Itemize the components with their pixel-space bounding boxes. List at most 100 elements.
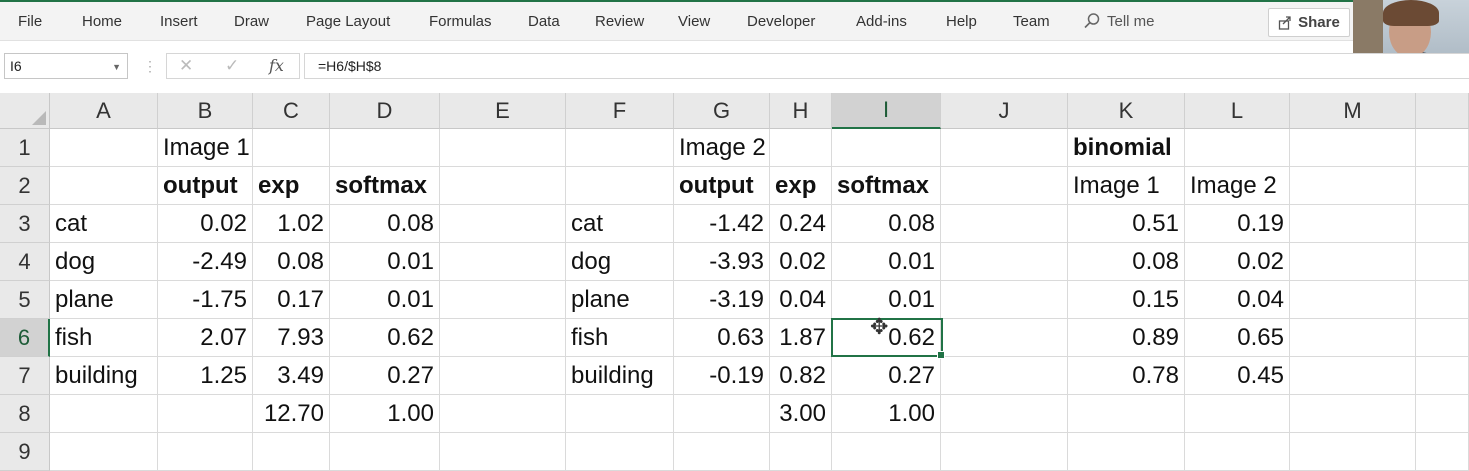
menu-data[interactable]: Data: [528, 13, 560, 30]
cell-d2[interactable]: softmax: [330, 167, 440, 205]
cell-g6[interactable]: 0.63: [674, 319, 770, 357]
cell-m9[interactable]: [1290, 433, 1416, 471]
cell-g8[interactable]: [674, 395, 770, 433]
cell-h5[interactable]: 0.04: [770, 281, 832, 319]
tell-me-search[interactable]: Tell me: [1083, 12, 1155, 30]
cell-h1[interactable]: [770, 129, 832, 167]
cell-i4[interactable]: 0.01: [832, 243, 941, 281]
cell-g9[interactable]: [674, 433, 770, 471]
cell-j3[interactable]: [941, 205, 1068, 243]
cell-m1[interactable]: [1290, 129, 1416, 167]
cell-b3[interactable]: 0.02: [158, 205, 253, 243]
cell-d7[interactable]: 0.27: [330, 357, 440, 395]
cell-h2[interactable]: exp: [770, 167, 832, 205]
cell-i1[interactable]: [832, 129, 941, 167]
column-header-e[interactable]: E: [440, 93, 566, 129]
cell-d6[interactable]: 0.62: [330, 319, 440, 357]
cell-l7[interactable]: 0.45: [1185, 357, 1290, 395]
cell-l3[interactable]: 0.19: [1185, 205, 1290, 243]
cell-h7[interactable]: 0.82: [770, 357, 832, 395]
cell-i7[interactable]: 0.27: [832, 357, 941, 395]
cell-k1[interactable]: binomial: [1068, 129, 1185, 167]
cell-a5[interactable]: plane: [50, 281, 158, 319]
menu-draw[interactable]: Draw: [234, 13, 269, 30]
cell-b5[interactable]: -1.75: [158, 281, 253, 319]
column-header-c[interactable]: C: [253, 93, 330, 129]
menu-view[interactable]: View: [678, 13, 710, 30]
column-header-f[interactable]: F: [566, 93, 674, 129]
cell-k4[interactable]: 0.08: [1068, 243, 1185, 281]
cell-e9[interactable]: [440, 433, 566, 471]
cell-a9[interactable]: [50, 433, 158, 471]
cell-d4[interactable]: 0.01: [330, 243, 440, 281]
cell-f1[interactable]: [566, 129, 674, 167]
column-header-i[interactable]: I: [832, 93, 941, 129]
cell-m5[interactable]: [1290, 281, 1416, 319]
cell-f5[interactable]: plane: [566, 281, 674, 319]
cell-f7[interactable]: building: [566, 357, 674, 395]
share-button[interactable]: Share: [1268, 8, 1350, 37]
menu-review[interactable]: Review: [595, 13, 644, 30]
cell-h6[interactable]: 1.87: [770, 319, 832, 357]
column-header-next[interactable]: [1416, 93, 1469, 129]
cell-m8[interactable]: [1290, 395, 1416, 433]
cell-e1[interactable]: [440, 129, 566, 167]
cell-i3[interactable]: 0.08: [832, 205, 941, 243]
cell-d5[interactable]: 0.01: [330, 281, 440, 319]
cell-c1[interactable]: [253, 129, 330, 167]
cell-i5[interactable]: 0.01: [832, 281, 941, 319]
menu-team[interactable]: Team: [1013, 13, 1050, 30]
cell-c6[interactable]: 7.93: [253, 319, 330, 357]
cell-a4[interactable]: dog: [50, 243, 158, 281]
cell-k9[interactable]: [1068, 433, 1185, 471]
cell-j8[interactable]: [941, 395, 1068, 433]
cell-j5[interactable]: [941, 281, 1068, 319]
cell-a7[interactable]: building: [50, 357, 158, 395]
cell-d8[interactable]: 1.00: [330, 395, 440, 433]
cell-c9[interactable]: [253, 433, 330, 471]
row-header-6[interactable]: 6: [0, 319, 50, 357]
cell-c4[interactable]: 0.08: [253, 243, 330, 281]
cell-h3[interactable]: 0.24: [770, 205, 832, 243]
cell-n8[interactable]: [1416, 395, 1469, 433]
cell-j4[interactable]: [941, 243, 1068, 281]
cell-g3[interactable]: -1.42: [674, 205, 770, 243]
menu-insert[interactable]: Insert: [160, 13, 198, 30]
menu-developer[interactable]: Developer: [747, 13, 815, 30]
cell-f4[interactable]: dog: [566, 243, 674, 281]
cell-e8[interactable]: [440, 395, 566, 433]
formula-input[interactable]: =H6/$H$8: [304, 53, 1469, 79]
insert-function-icon[interactable]: fx: [269, 56, 284, 75]
cell-m6[interactable]: [1290, 319, 1416, 357]
cell-e5[interactable]: [440, 281, 566, 319]
cell-f8[interactable]: [566, 395, 674, 433]
menu-add-ins[interactable]: Add-ins: [856, 13, 907, 30]
row-header-5[interactable]: 5: [0, 281, 50, 319]
cell-f6[interactable]: fish: [566, 319, 674, 357]
cell-f3[interactable]: cat: [566, 205, 674, 243]
cell-i6[interactable]: 0.62: [832, 319, 941, 357]
column-header-j[interactable]: J: [941, 93, 1068, 129]
column-header-g[interactable]: G: [674, 93, 770, 129]
cell-b2[interactable]: output: [158, 167, 253, 205]
cell-e7[interactable]: [440, 357, 566, 395]
cell-c7[interactable]: 3.49: [253, 357, 330, 395]
cell-k8[interactable]: [1068, 395, 1185, 433]
cell-b8[interactable]: [158, 395, 253, 433]
row-header-9[interactable]: 9: [0, 433, 50, 471]
cell-a1[interactable]: [50, 129, 158, 167]
cell-l9[interactable]: [1185, 433, 1290, 471]
cell-l1[interactable]: [1185, 129, 1290, 167]
cell-i9[interactable]: [832, 433, 941, 471]
cell-a3[interactable]: cat: [50, 205, 158, 243]
menu-home[interactable]: Home: [82, 13, 122, 30]
chevron-down-icon[interactable]: ▼: [112, 62, 121, 72]
cell-m3[interactable]: [1290, 205, 1416, 243]
menu-help[interactable]: Help: [946, 13, 977, 30]
cell-m2[interactable]: [1290, 167, 1416, 205]
cell-e4[interactable]: [440, 243, 566, 281]
cell-e2[interactable]: [440, 167, 566, 205]
row-header-1[interactable]: 1: [0, 129, 50, 167]
cell-n9[interactable]: [1416, 433, 1469, 471]
cell-k3[interactable]: 0.51: [1068, 205, 1185, 243]
